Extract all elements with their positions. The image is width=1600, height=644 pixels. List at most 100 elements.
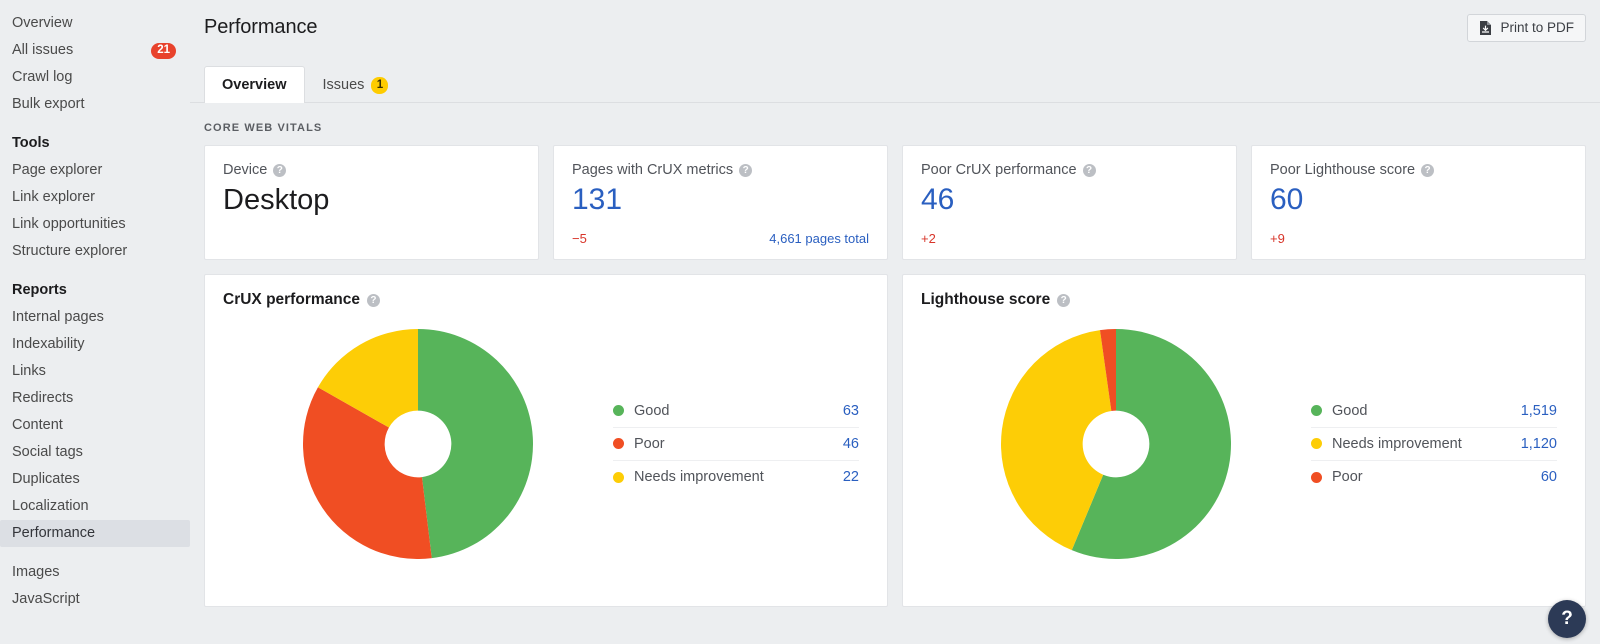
help-icon[interactable]: ? <box>367 294 380 307</box>
sidebar-item-content[interactable]: Content <box>0 412 190 439</box>
sidebar-item-label: Images <box>12 559 60 586</box>
help-icon[interactable]: ? <box>1421 164 1434 177</box>
legend-value[interactable]: 46 <box>843 436 859 452</box>
sidebar-item-links[interactable]: Links <box>0 358 190 385</box>
print-to-pdf-button[interactable]: Print to PDF <box>1467 14 1586 42</box>
sidebar-item-redirects[interactable]: Redirects <box>0 385 190 412</box>
help-icon[interactable]: ? <box>739 164 752 177</box>
stat-value: Desktop <box>223 182 520 218</box>
stat-card-pages-with-crux-metrics: Pages with CrUX metrics ? 131 −5 4,661 p… <box>553 145 888 260</box>
stat-value[interactable]: 46 <box>921 182 1218 218</box>
tab-label: Overview <box>222 77 287 93</box>
help-icon[interactable]: ? <box>1083 164 1096 177</box>
sidebar-spacer <box>0 547 190 559</box>
donut-chart-crux <box>223 329 613 559</box>
sidebar-item-label: Redirects <box>12 385 73 412</box>
sidebar-item-all-issues[interactable]: All issues 21 <box>0 37 190 64</box>
stat-label: Device <box>223 162 267 178</box>
sidebar-item-bulk-export[interactable]: Bulk export <box>0 91 190 118</box>
sidebar-item-label: Overview <box>12 10 72 37</box>
document-download-icon <box>1479 21 1492 35</box>
help-icon[interactable]: ? <box>273 164 286 177</box>
legend-color-dot <box>613 438 624 449</box>
legend-label: Poor <box>1332 469 1541 485</box>
sidebar-item-label: Social tags <box>12 439 83 466</box>
legend-row: Needs improvement22 <box>613 461 859 494</box>
sidebar-item-label: Link explorer <box>12 184 95 211</box>
stat-value[interactable]: 60 <box>1270 182 1567 218</box>
sidebar-item-label: Indexability <box>12 331 85 358</box>
stat-card-footer: −5 4,661 pages total <box>572 231 869 246</box>
legend-value[interactable]: 60 <box>1541 469 1557 485</box>
top-bar: Performance Print to PDF <box>190 0 1600 55</box>
sidebar-item-label: Bulk export <box>12 91 85 118</box>
stat-card-footer: +9 <box>1270 231 1567 246</box>
sidebar-item-internal-pages[interactable]: Internal pages <box>0 304 190 331</box>
sidebar-item-label: Page explorer <box>12 157 102 184</box>
legend-value[interactable]: 22 <box>843 469 859 485</box>
chart-body: Good1,519Needs improvement1,120Poor60 <box>921 309 1567 579</box>
sidebar-group-reports: Reports <box>0 274 190 304</box>
main-content: Performance Print to PDF Overview Issues… <box>190 0 1600 644</box>
legend-row: Needs improvement1,120 <box>1311 428 1557 461</box>
sidebar-item-overview[interactable]: Overview <box>0 10 190 37</box>
stat-value[interactable]: 131 <box>572 182 869 218</box>
sidebar-item-label: Structure explorer <box>12 238 127 265</box>
chart-body: Good63Poor46Needs improvement22 <box>223 309 869 579</box>
sidebar-item-label: JavaScript <box>12 586 80 613</box>
donut-svg[interactable] <box>303 329 533 559</box>
legend-label: Good <box>634 403 843 419</box>
sidebar-item-javascript[interactable]: JavaScript <box>0 586 190 613</box>
stat-label: Pages with CrUX metrics <box>572 162 733 178</box>
stat-card-label-row: Poor CrUX performance ? <box>921 162 1218 178</box>
legend-color-dot <box>1311 438 1322 449</box>
chart-title: Lighthouse score <box>921 291 1050 309</box>
sidebar-item-duplicates[interactable]: Duplicates <box>0 466 190 493</box>
stat-label: Poor Lighthouse score <box>1270 162 1415 178</box>
sidebar-item-crawl-log[interactable]: Crawl log <box>0 64 190 91</box>
app-root: Overview All issues 21 Crawl log Bulk ex… <box>0 0 1600 644</box>
sidebar-item-link-opportunities[interactable]: Link opportunities <box>0 211 190 238</box>
legend-label: Good <box>1332 403 1521 419</box>
legend-row: Good1,519 <box>1311 395 1557 428</box>
sidebar-item-label: Link opportunities <box>12 211 126 238</box>
sidebar-item-images[interactable]: Images <box>0 559 190 586</box>
sidebar-item-indexability[interactable]: Indexability <box>0 331 190 358</box>
legend-value[interactable]: 1,120 <box>1521 436 1557 452</box>
chart-card-lighthouse-score: Lighthouse score ? Good1,519Needs improv… <box>902 274 1586 607</box>
chart-title-row: Lighthouse score ? <box>921 291 1567 309</box>
help-floating-button[interactable]: ? <box>1548 600 1586 638</box>
donut-svg[interactable] <box>1001 329 1231 559</box>
sidebar-item-label: Performance <box>12 520 95 547</box>
pages-total-link[interactable]: 4,661 pages total <box>769 231 869 246</box>
legend-value[interactable]: 1,519 <box>1521 403 1557 419</box>
sidebar-item-page-explorer[interactable]: Page explorer <box>0 157 190 184</box>
chart-card-crux-performance: CrUX performance ? Good63Poor46Needs imp… <box>204 274 888 607</box>
sidebar-item-social-tags[interactable]: Social tags <box>0 439 190 466</box>
sidebar-item-structure-explorer[interactable]: Structure explorer <box>0 238 190 265</box>
sidebar-item-performance[interactable]: Performance <box>0 520 190 547</box>
sidebar-item-label: Crawl log <box>12 64 72 91</box>
stat-card-label-row: Device ? <box>223 162 520 178</box>
tab-overview[interactable]: Overview <box>204 66 305 103</box>
legend-row: Poor60 <box>1311 461 1557 494</box>
print-to-pdf-label: Print to PDF <box>1500 20 1574 35</box>
sidebar-item-link-explorer[interactable]: Link explorer <box>0 184 190 211</box>
stat-card-label-row: Pages with CrUX metrics ? <box>572 162 869 178</box>
chart-legend-crux: Good63Poor46Needs improvement22 <box>613 395 869 494</box>
stat-delta: −5 <box>572 231 587 246</box>
stat-card-row: Device ? Desktop Pages with CrUX metrics… <box>190 145 1600 260</box>
help-icon[interactable]: ? <box>1057 294 1070 307</box>
tab-issues[interactable]: Issues 1 <box>305 66 407 103</box>
chart-legend-lighthouse: Good1,519Needs improvement1,120Poor60 <box>1311 395 1567 494</box>
sidebar-item-label: All issues <box>12 37 73 64</box>
legend-color-dot <box>1311 472 1322 483</box>
issues-count-badge: 1 <box>371 77 388 94</box>
sidebar-item-localization[interactable]: Localization <box>0 493 190 520</box>
legend-label: Needs improvement <box>1332 436 1521 452</box>
stat-card-footer: +2 <box>921 231 1218 246</box>
page-title: Performance <box>204 16 317 39</box>
legend-value[interactable]: 63 <box>843 403 859 419</box>
tab-label: Issues <box>323 77 365 93</box>
donut-slice[interactable] <box>418 329 533 558</box>
